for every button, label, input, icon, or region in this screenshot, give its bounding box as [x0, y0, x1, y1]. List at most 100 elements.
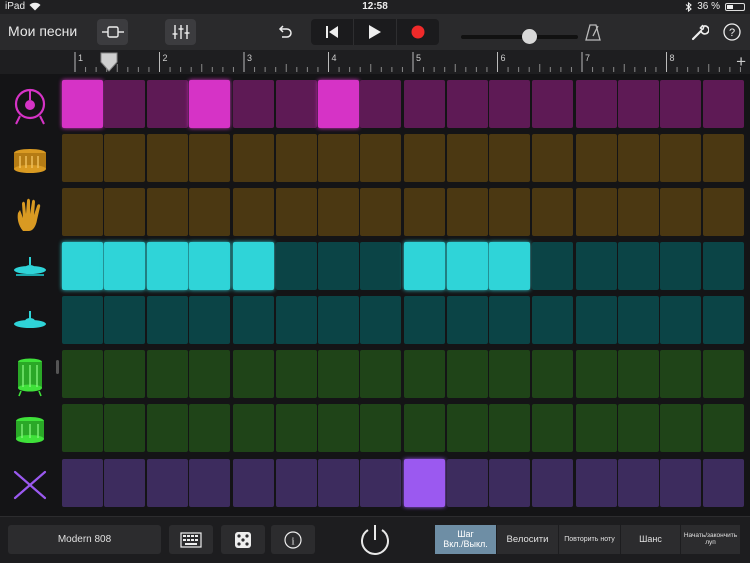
step-cell-off[interactable]: [360, 296, 402, 344]
step-cell-off[interactable]: [404, 188, 446, 236]
step-cell-off[interactable]: [618, 350, 659, 398]
step-cell-off[interactable]: [489, 404, 531, 452]
step-cell-on[interactable]: [404, 459, 446, 507]
step-cell-off[interactable]: [104, 296, 146, 344]
step-cell-off[interactable]: [360, 80, 402, 128]
step-cell-off[interactable]: [189, 350, 231, 398]
step-cell-off[interactable]: [446, 134, 488, 182]
step-cell-off[interactable]: [446, 296, 488, 344]
instrument-kick[interactable]: [0, 80, 60, 134]
step-cell-off[interactable]: [233, 404, 275, 452]
step-cell-on[interactable]: [146, 242, 188, 290]
step-cell-on[interactable]: [189, 242, 231, 290]
step-cell-off[interactable]: [702, 350, 744, 398]
step-cell-off[interactable]: [575, 459, 617, 507]
step-cell-off[interactable]: [233, 459, 275, 507]
record-button[interactable]: [397, 19, 439, 45]
step-cell-off[interactable]: [618, 296, 659, 344]
step-cell-off[interactable]: [146, 459, 188, 507]
metronome-button[interactable]: [581, 19, 605, 45]
step-cell-off[interactable]: [489, 80, 531, 128]
step-cell-off[interactable]: [489, 296, 531, 344]
step-cell-off[interactable]: [618, 80, 659, 128]
step-cell-off[interactable]: [233, 350, 275, 398]
my-songs-button[interactable]: Мои песни: [8, 23, 77, 39]
step-cell-off[interactable]: [660, 350, 702, 398]
step-cell-off[interactable]: [660, 404, 702, 452]
step-cell-on[interactable]: [318, 80, 359, 128]
step-cell-off[interactable]: [233, 188, 275, 236]
step-cell-off[interactable]: [318, 350, 359, 398]
mode-button[interactable]: Начать/закончить луп: [681, 525, 741, 554]
step-cell-off[interactable]: [275, 459, 317, 507]
info-button[interactable]: i: [271, 525, 315, 554]
step-cell-off[interactable]: [404, 296, 446, 344]
step-cell-off[interactable]: [618, 188, 659, 236]
step-cell-off[interactable]: [531, 242, 573, 290]
step-cell-off[interactable]: [146, 188, 188, 236]
power-icon[interactable]: [358, 523, 392, 557]
instrument-snare[interactable]: [0, 134, 60, 188]
instrument-tom-high[interactable]: [0, 350, 60, 404]
step-cell-off[interactable]: [702, 80, 744, 128]
step-cell-on[interactable]: [446, 242, 488, 290]
step-cell-off[interactable]: [575, 188, 617, 236]
step-cell-off[interactable]: [318, 404, 359, 452]
step-cell-off[interactable]: [318, 188, 359, 236]
step-cell-off[interactable]: [104, 80, 146, 128]
step-cell-off[interactable]: [318, 459, 359, 507]
step-cell-off[interactable]: [618, 459, 659, 507]
play-button[interactable]: [354, 19, 397, 45]
step-cell-off[interactable]: [146, 296, 188, 344]
step-cell-off[interactable]: [702, 134, 744, 182]
step-cell-off[interactable]: [531, 459, 573, 507]
step-cell-off[interactable]: [575, 80, 617, 128]
step-cell-off[interactable]: [618, 134, 659, 182]
step-cell-off[interactable]: [104, 188, 146, 236]
step-cell-off[interactable]: [446, 459, 488, 507]
step-cell-off[interactable]: [318, 296, 359, 344]
step-cell-off[interactable]: [575, 404, 617, 452]
undo-button[interactable]: [272, 19, 298, 45]
step-cell-off[interactable]: [189, 459, 231, 507]
step-cell-off[interactable]: [275, 242, 317, 290]
step-cell-off[interactable]: [446, 404, 488, 452]
mixer-button[interactable]: [165, 19, 196, 45]
step-cell-off[interactable]: [618, 242, 659, 290]
step-cell-off[interactable]: [446, 188, 488, 236]
step-cell-off[interactable]: [531, 134, 573, 182]
step-cell-on[interactable]: [189, 80, 231, 128]
go-to-start-button[interactable]: [311, 19, 354, 45]
settings-button[interactable]: [688, 19, 712, 45]
step-cell-off[interactable]: [318, 134, 359, 182]
instrument-clap[interactable]: [0, 188, 60, 242]
volume-knob[interactable]: [522, 29, 538, 44]
step-cell-off[interactable]: [489, 188, 531, 236]
drum-kit-selector[interactable]: Modern 808: [8, 525, 161, 554]
step-cell-off[interactable]: [531, 188, 573, 236]
step-cell-off[interactable]: [702, 459, 744, 507]
step-cell-off[interactable]: [404, 404, 446, 452]
add-section-button[interactable]: +: [736, 52, 746, 72]
step-cell-off[interactable]: [489, 350, 531, 398]
mode-button[interactable]: Шаг Вкл./Выкл.: [435, 525, 497, 554]
step-cell-off[interactable]: [660, 242, 702, 290]
step-cell-off[interactable]: [575, 242, 617, 290]
step-cell-off[interactable]: [360, 188, 402, 236]
mode-button[interactable]: Повторить ноту: [559, 525, 621, 554]
step-cell-off[interactable]: [404, 134, 446, 182]
help-button[interactable]: ?: [720, 19, 744, 45]
step-cell-off[interactable]: [618, 404, 659, 452]
step-cell-off[interactable]: [233, 80, 275, 128]
step-cell-off[interactable]: [275, 350, 317, 398]
step-cell-off[interactable]: [360, 134, 402, 182]
step-cell-off[interactable]: [189, 296, 231, 344]
step-cell-off[interactable]: [275, 134, 317, 182]
step-cell-on[interactable]: [62, 80, 103, 128]
step-cell-off[interactable]: [702, 188, 744, 236]
step-cell-off[interactable]: [446, 350, 488, 398]
step-cell-off[interactable]: [62, 404, 103, 452]
step-cell-off[interactable]: [318, 242, 359, 290]
mode-button[interactable]: Шанс: [621, 525, 681, 554]
step-cell-off[interactable]: [446, 80, 488, 128]
